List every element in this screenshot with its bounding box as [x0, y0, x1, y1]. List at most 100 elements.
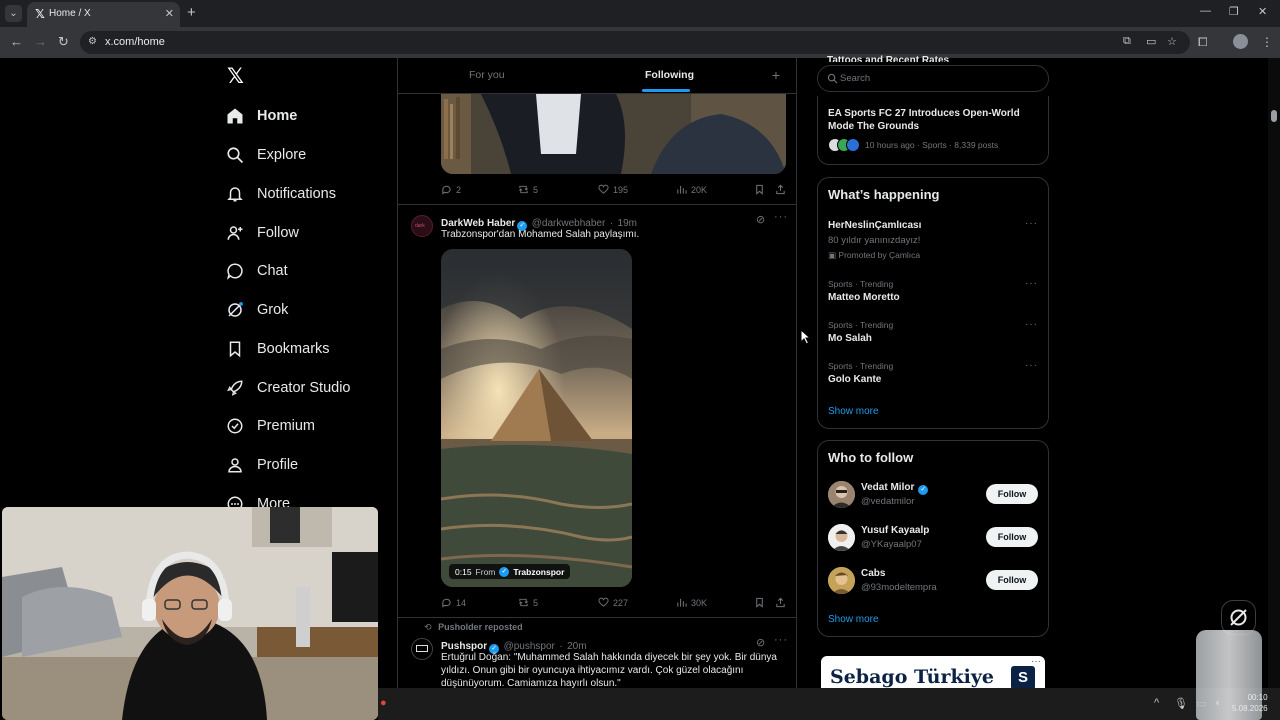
restore-icon[interactable]: ❐ — [1229, 5, 1239, 18]
close-window-icon[interactable]: ✕ — [1258, 5, 1267, 18]
reply-count: 14 — [456, 597, 467, 608]
nav-item-explore[interactable]: Explore — [226, 141, 306, 169]
repost-button[interactable]: 5 — [518, 597, 538, 608]
tab-for-you[interactable]: For you — [469, 69, 505, 81]
back-icon[interactable]: ← — [10, 35, 23, 49]
avatar[interactable] — [828, 524, 855, 551]
new-tab-icon[interactable]: + — [187, 5, 196, 21]
show-more-link[interactable]: Show more — [828, 614, 879, 625]
verified-icon: ✓ — [499, 566, 510, 577]
repost-note: ⟲ Pusholder reposted — [424, 622, 523, 633]
cast-icon[interactable]: ▭ — [1146, 35, 1156, 48]
translate-icon[interactable]: ⧉ — [1123, 35, 1131, 48]
tray-expand-icon[interactable]: ^ — [1154, 697, 1159, 709]
news-partial-title[interactable]: Tattoos and Recent Rates — [827, 52, 949, 62]
clock-time: 00:10 — [1247, 693, 1268, 702]
news-title[interactable]: EA Sports FC 27 Introduces Open-World Mo… — [828, 107, 1038, 133]
bell-icon — [227, 187, 243, 202]
more-options-icon[interactable]: ··· — [1025, 278, 1038, 289]
scrollbar-thumb[interactable] — [1271, 110, 1277, 122]
ad-more-icon[interactable]: ··· — [1031, 656, 1041, 667]
views-count: 20K — [691, 184, 708, 195]
bookmark-button[interactable] — [754, 184, 765, 195]
menu-kebab-icon[interactable]: ⋮ — [1261, 35, 1273, 49]
trend-name[interactable]: Golo Kante — [828, 374, 881, 385]
user-name[interactable]: Yusuf Kayaalp — [861, 525, 929, 536]
nav-item-notifications[interactable]: Notifications — [226, 180, 336, 208]
like-button[interactable]: 227 — [598, 597, 628, 608]
x-logo-icon[interactable]: 𝕏 — [227, 66, 244, 87]
avatar[interactable] — [828, 567, 855, 594]
promo-name[interactable]: HerNeslinÇamlıcası — [828, 220, 921, 231]
tab-following[interactable]: Following — [645, 69, 694, 81]
profile-avatar[interactable] — [1233, 34, 1248, 49]
nav-item-premium[interactable]: Premium — [226, 412, 315, 440]
reply-button[interactable]: 2 — [441, 184, 461, 195]
follow-button[interactable]: Follow — [986, 484, 1038, 504]
repost-count: 5 — [533, 597, 539, 608]
more-options-icon[interactable]: ··· — [1025, 218, 1038, 229]
nav-item-creator-studio[interactable]: Creator Studio — [226, 374, 351, 402]
repost-button[interactable]: 5 — [518, 184, 538, 195]
extensions-icon[interactable]: ⧠ — [1198, 35, 1208, 50]
post-image[interactable] — [441, 94, 786, 174]
user-name[interactable]: Vedat Milor — [861, 482, 914, 493]
system-clock[interactable]: 00:10 5.08.2026 — [1232, 692, 1268, 714]
like-button[interactable]: 195 — [598, 184, 628, 195]
nav-item-home[interactable]: Home — [226, 102, 297, 130]
avatar[interactable]: dark — [411, 215, 433, 237]
post-video[interactable]: 0:15 From ✓ Trabzonspor — [441, 249, 632, 587]
more-options-icon[interactable]: ··· — [774, 211, 788, 223]
minimize-icon[interactable]: — — [1200, 5, 1211, 17]
search-input[interactable]: Search — [817, 65, 1049, 92]
add-feed-icon[interactable]: + — [772, 67, 780, 83]
timeline[interactable]: For you Following + 2 5 195 20K dark Dar… — [397, 58, 797, 720]
os-taskbar: ● ^ 🎙 ▭ ◖ — [378, 688, 1280, 720]
trend-name[interactable]: Matteo Moretto — [828, 292, 900, 303]
nav-item-chat[interactable]: Chat — [226, 257, 288, 285]
page-scrollbar[interactable] — [1268, 58, 1280, 720]
views-button[interactable]: 30K — [676, 597, 707, 608]
user-name[interactable]: Cabs — [861, 568, 885, 579]
trend-name[interactable]: Mo Salah — [828, 333, 872, 344]
reply-button[interactable]: 14 — [441, 597, 466, 608]
forward-icon[interactable]: → — [34, 35, 47, 49]
grok-explain-icon[interactable]: ⊘ — [756, 213, 766, 226]
show-more-link[interactable]: Show more — [828, 406, 879, 417]
follow-button[interactable]: Follow — [986, 570, 1038, 590]
app-notification-icon[interactable]: ● — [380, 697, 387, 709]
more-options-icon[interactable]: ··· — [1025, 360, 1038, 371]
nav-item-grok[interactable]: Grok — [226, 296, 288, 324]
nav-item-bookmarks[interactable]: Bookmarks — [226, 335, 330, 363]
reply-icon — [442, 185, 451, 195]
url-text[interactable]: x.com/home — [105, 36, 165, 48]
views-button[interactable]: 20K — [676, 184, 707, 195]
nav-label: Profile — [257, 457, 299, 473]
follow-button[interactable]: Follow — [986, 527, 1038, 547]
video-source[interactable]: Trabzonspor — [513, 567, 564, 577]
nav-label: Notifications — [257, 186, 336, 202]
avatar[interactable] — [411, 638, 433, 660]
tab-title: Home / X — [49, 8, 91, 19]
more-options-icon[interactable]: ··· — [774, 634, 788, 646]
close-tab-icon[interactable]: ✕ — [165, 7, 174, 20]
browser-tab[interactable]: 𝕏 Home / X ✕ — [27, 2, 180, 27]
omnibox[interactable]: ⚙ x.com/home ⧉ ▭ ☆ — [80, 31, 1190, 54]
share-button[interactable] — [775, 184, 786, 195]
reply-count: 2 — [456, 184, 462, 195]
repost-note-text[interactable]: Pusholder reposted — [438, 622, 523, 632]
ad-logo: S — [1011, 666, 1035, 690]
microphone-icon[interactable]: 🎙 — [1174, 697, 1188, 710]
avatar[interactable] — [828, 481, 855, 508]
more-options-icon[interactable]: ··· — [1025, 319, 1038, 330]
reload-icon[interactable]: ↻ — [58, 35, 69, 49]
like-count: 195 — [613, 184, 629, 195]
tab-search-button[interactable]: ⌄ — [5, 5, 22, 22]
bookmark-star-icon[interactable]: ☆ — [1167, 35, 1177, 48]
nav-item-profile[interactable]: Profile — [226, 451, 298, 479]
share-button[interactable] — [775, 597, 786, 608]
nav-item-follow[interactable]: Follow — [226, 219, 299, 247]
site-info-icon[interactable]: ⚙ — [88, 36, 97, 47]
bookmark-button[interactable] — [754, 597, 765, 608]
grok-explain-icon[interactable]: ⊘ — [756, 636, 766, 649]
